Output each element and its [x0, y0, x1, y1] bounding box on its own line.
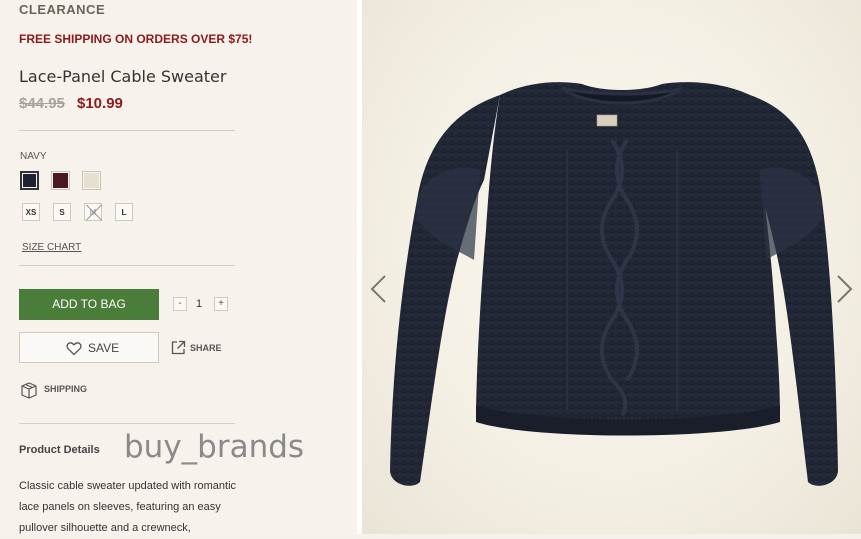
color-swatch-navy[interactable]	[20, 171, 39, 190]
product-description: Classic cable sweater updated with roman…	[19, 480, 237, 534]
heart-icon	[66, 342, 82, 356]
quantity-value[interactable]: 1	[196, 298, 202, 310]
color-swatch-cream[interactable]	[82, 171, 101, 190]
quantity-increase-button[interactable]: +	[214, 297, 228, 311]
product-title: Lace-Panel Cable Sweater	[19, 67, 227, 86]
sweater-product-image	[370, 82, 853, 486]
size-s[interactable]: S	[53, 203, 71, 221]
box-icon	[21, 382, 37, 399]
selected-color-label: NAVY	[20, 151, 47, 162]
save-button[interactable]: SAVE	[19, 332, 159, 363]
watermark-text: buy_brands	[124, 429, 305, 465]
save-label: SAVE	[88, 341, 120, 355]
free-shipping-promo: FREE SHIPPING ON ORDERS OVER $75!	[19, 32, 253, 46]
chevron-left-icon[interactable]	[370, 275, 386, 303]
product-details-heading[interactable]: Product Details	[19, 444, 100, 456]
size-m-unavailable: M	[84, 203, 102, 221]
size-chart-link[interactable]: SIZE CHART	[22, 242, 81, 253]
share-label[interactable]: SHARE	[190, 343, 222, 353]
quantity-decrease-button[interactable]: -	[173, 297, 187, 311]
shipping-link[interactable]: SHIPPING	[44, 384, 87, 394]
color-swatch-burgundy[interactable]	[51, 171, 70, 190]
product-info-panel: CLEARANCE FREE SHIPPING ON ORDERS OVER $…	[0, 0, 357, 534]
size-xs[interactable]: XS	[22, 203, 40, 221]
divider	[19, 423, 235, 424]
share-icon[interactable]	[171, 340, 186, 355]
chevron-right-icon[interactable]	[837, 275, 853, 303]
divider	[19, 265, 235, 266]
clearance-badge: CLEARANCE	[19, 2, 106, 17]
product-image-carousel	[362, 0, 861, 534]
original-price: $44.95	[19, 95, 65, 112]
size-l[interactable]: L	[115, 203, 133, 221]
sale-price: $10.99	[77, 95, 123, 112]
divider	[19, 130, 235, 131]
add-to-bag-button[interactable]: ADD TO BAG	[19, 289, 159, 320]
